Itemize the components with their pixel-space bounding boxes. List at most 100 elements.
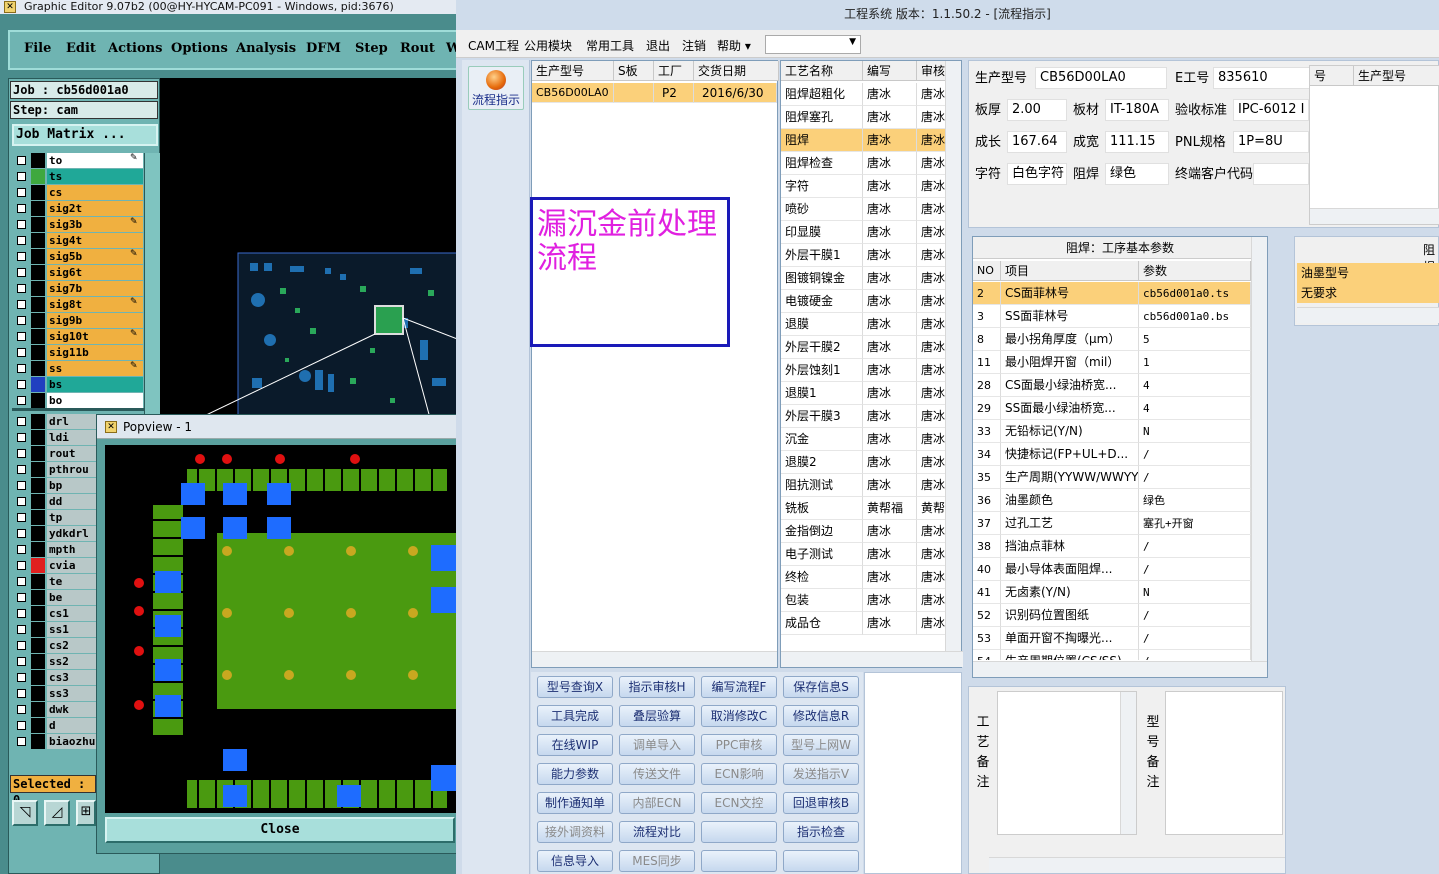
table-row[interactable]: 38 挡油点菲林 /	[973, 535, 1251, 558]
layer-checkbox[interactable]	[17, 220, 26, 229]
layer-checkbox[interactable]	[17, 481, 26, 490]
table-row[interactable]: 3 SS面菲林号 cb56d001a0.bs	[973, 305, 1251, 328]
menu-actions[interactable]: Actions	[108, 41, 162, 56]
layer-checkbox[interactable]	[17, 204, 26, 213]
layer-checkbox[interactable]	[17, 561, 26, 570]
side-col-b[interactable]: 生产型号	[1354, 66, 1439, 86]
table-row[interactable]: 阻焊检查 唐冰 唐冰	[781, 152, 947, 175]
menu-rout[interactable]: Rout	[400, 41, 435, 56]
action-button[interactable]: 回退审核B	[783, 792, 859, 814]
layer-checkbox[interactable]	[17, 705, 26, 714]
layer-row[interactable]: bs	[14, 377, 143, 392]
menu-exit[interactable]: 退出	[646, 37, 670, 54]
layer-checkbox[interactable]	[17, 737, 26, 746]
col-model[interactable]: 生产型号	[532, 61, 614, 81]
value-customer-code[interactable]	[1253, 163, 1309, 185]
table-row[interactable]: 图镀铜镍金 唐冰 唐冰	[781, 267, 947, 290]
action-button[interactable]	[783, 850, 859, 872]
value-character[interactable]: 白色字符	[1007, 163, 1067, 185]
table-row[interactable]: 电子测试 唐冰 唐冰	[781, 543, 947, 566]
layer-checkbox[interactable]	[17, 641, 26, 650]
layer-row[interactable]: bo	[14, 393, 143, 408]
table-row[interactable]: 52 识别码位置图纸 /	[973, 604, 1251, 627]
layer-checkbox[interactable]	[17, 332, 26, 341]
table-row[interactable]: 铣板 黄帮福 黄帮	[781, 497, 947, 520]
action-button[interactable]: 取消修改C	[701, 705, 777, 727]
job-matrix-button[interactable]: Job Matrix ...	[12, 124, 158, 146]
layer-row[interactable]: sig11b	[14, 345, 143, 360]
action-button[interactable]: PPC审核	[701, 734, 777, 756]
col-process-name[interactable]: 工艺名称	[781, 61, 863, 81]
layer-checkbox[interactable]	[17, 673, 26, 682]
layer-row[interactable]: sig5b ✎	[14, 249, 143, 264]
table-row[interactable]: 包装 唐冰 唐冰	[781, 589, 947, 612]
flow-indicator-button[interactable]: 流程指示	[468, 66, 524, 110]
model-remark-textarea[interactable]	[1165, 691, 1283, 835]
action-button[interactable]: 发送指示V	[783, 763, 859, 785]
layer-row[interactable]: sig8t ✎	[14, 297, 143, 312]
ink-hscroll[interactable]	[1297, 307, 1439, 323]
layer-row[interactable]: sig2t	[14, 201, 143, 216]
process-remark-scroll[interactable]	[1120, 692, 1136, 834]
table-row[interactable]: 退膜2 唐冰 唐冰	[781, 451, 947, 474]
table-row[interactable]: 印显膜 唐冰 唐冰	[781, 221, 947, 244]
layer-row[interactable]: sig10t ✎	[14, 329, 143, 344]
menu-file[interactable]: File	[24, 41, 51, 56]
table-row[interactable]: 36 油墨颜色 绿色	[973, 489, 1251, 512]
menu-options[interactable]: Options	[171, 41, 228, 56]
layer-checkbox[interactable]	[17, 380, 26, 389]
table-row[interactable]: 电镀硬金 唐冰 唐冰	[781, 290, 947, 313]
layer-checkbox[interactable]	[17, 545, 26, 554]
layer-row[interactable]: ss ✎	[14, 361, 143, 376]
zoom-tool-icon[interactable]: ◹	[12, 800, 38, 826]
layer-row[interactable]: sig4t	[14, 233, 143, 248]
menu-analysis[interactable]: Analysis	[236, 41, 296, 56]
col-param[interactable]: 参数	[1139, 261, 1251, 281]
action-button[interactable]: 指示审核H	[619, 676, 695, 698]
layer-checkbox[interactable]	[17, 625, 26, 634]
layer-checkbox[interactable]	[17, 156, 26, 165]
table-row[interactable]: 53 单面开窗不掏曝光... /	[973, 627, 1251, 650]
table-row[interactable]: 阻焊超粗化 唐冰 唐冰	[781, 83, 947, 106]
table-row[interactable]: 外层干膜3 唐冰 唐冰	[781, 405, 947, 428]
action-button[interactable]: 保存信息S	[783, 676, 859, 698]
action-button[interactable]: 指示检查	[783, 821, 859, 843]
measure-tool-icon[interactable]: ◿	[44, 800, 70, 826]
process-grid-vscroll[interactable]	[945, 61, 961, 651]
layer-checkbox[interactable]	[17, 433, 26, 442]
table-row[interactable]: 外层蚀刻1 唐冰 唐冰	[781, 359, 947, 382]
menu-common-tools[interactable]: 常用工具	[586, 37, 634, 54]
action-button[interactable]: 接外调资料	[537, 821, 613, 843]
table-row[interactable]: 2 CS面菲林号 cb56d001a0.ts	[973, 282, 1251, 305]
table-row[interactable]: 11 最小阻焊开窗（mil） 1	[973, 351, 1251, 374]
table-row[interactable]: 8 最小拐角厚度（μm） 5	[973, 328, 1251, 351]
ink-header[interactable]: 油墨型号	[1297, 263, 1439, 283]
table-row[interactable]: 阻抗测试 唐冰 唐冰	[781, 474, 947, 497]
table-row[interactable]: 外层干膜2 唐冰 唐冰	[781, 336, 947, 359]
layer-checkbox[interactable]	[17, 513, 26, 522]
layer-checkbox[interactable]	[17, 300, 26, 309]
action-button[interactable]: 流程对比	[619, 821, 695, 843]
action-button[interactable]: 调单导入	[619, 734, 695, 756]
action-button[interactable]: 编写流程F	[701, 676, 777, 698]
layer-checkbox[interactable]	[17, 689, 26, 698]
layer-row[interactable]: to ✎	[14, 153, 143, 168]
grid-tool-icon[interactable]: ⊞	[76, 800, 96, 826]
layer-checkbox[interactable]	[17, 465, 26, 474]
table-row[interactable]: 终检 唐冰 唐冰	[781, 566, 947, 589]
col-no[interactable]: NO	[973, 261, 1001, 281]
table-row[interactable]: 阻焊塞孔 唐冰 唐冰	[781, 106, 947, 129]
table-row[interactable]: 41 无卤素(Y/N) N	[973, 581, 1251, 604]
layer-checkbox[interactable]	[17, 396, 26, 405]
params-hscroll[interactable]	[973, 661, 1267, 677]
layer-row[interactable]: sig7b	[14, 281, 143, 296]
layer-checkbox[interactable]	[17, 497, 26, 506]
table-row[interactable]: 28 CS面最小绿油桥宽... 4	[973, 374, 1251, 397]
table-row[interactable]: 沉金 唐冰 唐冰	[781, 428, 947, 451]
layer-row[interactable]: cs	[14, 185, 143, 200]
value-material[interactable]: IT-180A	[1105, 99, 1169, 121]
layer-checkbox[interactable]	[17, 348, 26, 357]
layer-checkbox[interactable]	[17, 316, 26, 325]
board-canvas[interactable]	[160, 78, 461, 419]
table-row[interactable]: CB56D00LA0 P2 2016/6/30	[532, 83, 777, 103]
